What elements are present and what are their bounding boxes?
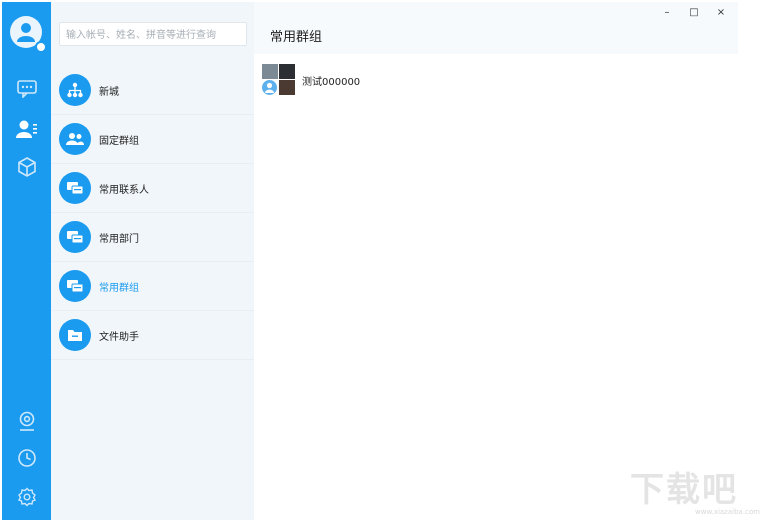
- group-icon: [59, 123, 91, 155]
- maximize-button[interactable]: □: [685, 6, 703, 20]
- page-title: 常用群组: [270, 30, 323, 45]
- contacts-card-icon: [59, 172, 91, 204]
- nav-history[interactable]: [14, 445, 40, 471]
- nav-messages[interactable]: [14, 76, 40, 102]
- contacts-icon: [16, 120, 37, 138]
- online-status-dot: [37, 43, 45, 51]
- minimize-button[interactable]: –: [658, 6, 676, 20]
- nav-location[interactable]: [14, 408, 40, 434]
- app-window: 新城 固定群组 常用联系人 常用部门 常用群组: [2, 2, 738, 520]
- menu-item-frequent-departments[interactable]: 常用部门: [51, 213, 254, 262]
- menu-item-label: 文件助手: [99, 331, 139, 343]
- menu-item-xincheng[interactable]: 新城: [51, 66, 254, 115]
- group-list-item[interactable]: 测试000000: [254, 64, 738, 98]
- nav-apps[interactable]: [14, 154, 40, 180]
- group-chat-icon: [59, 270, 91, 302]
- search-input[interactable]: [60, 25, 248, 46]
- group-name: 测试000000: [302, 77, 361, 88]
- chat-icon: [17, 80, 37, 98]
- folder-icon: [59, 319, 91, 351]
- nav-settings[interactable]: [14, 484, 40, 510]
- cube-icon: [18, 157, 36, 177]
- content-panel: 常用群组 – □ × 测试000000: [254, 2, 738, 520]
- close-button[interactable]: ×: [712, 6, 730, 20]
- left-rail: [2, 2, 51, 520]
- category-panel: 新城 固定群组 常用联系人 常用部门 常用群组: [51, 2, 254, 520]
- gear-icon: [17, 487, 37, 507]
- member-photo-icon: [279, 64, 295, 79]
- location-icon: [19, 411, 35, 431]
- menu-item-frequent-groups[interactable]: 常用群组: [51, 262, 254, 311]
- search-box: [59, 22, 248, 46]
- menu-item-frequent-contacts[interactable]: 常用联系人: [51, 164, 254, 213]
- member-photo-icon: [262, 64, 278, 79]
- watermark: 下载吧 www.xiazaiba.com: [630, 470, 764, 518]
- watermark-text: 下载吧: [630, 470, 738, 510]
- menu-item-fixed-groups[interactable]: 固定群组: [51, 115, 254, 164]
- menu-item-label: 常用群组: [99, 282, 139, 294]
- clock-icon: [18, 449, 36, 467]
- group-avatar: [262, 64, 296, 96]
- member-photo-icon: [279, 80, 295, 95]
- user-icon: [17, 23, 35, 42]
- department-icon: [59, 221, 91, 253]
- member-avatar-icon: [262, 80, 277, 95]
- org-chart-icon: [59, 74, 91, 106]
- nav-contacts[interactable]: [14, 116, 40, 142]
- menu-item-label: 新城: [99, 86, 119, 98]
- menu-item-label: 固定群组: [99, 135, 139, 147]
- menu-item-label: 常用联系人: [99, 184, 149, 196]
- menu-item-label: 常用部门: [99, 233, 139, 245]
- menu-item-file-assistant[interactable]: 文件助手: [51, 311, 254, 360]
